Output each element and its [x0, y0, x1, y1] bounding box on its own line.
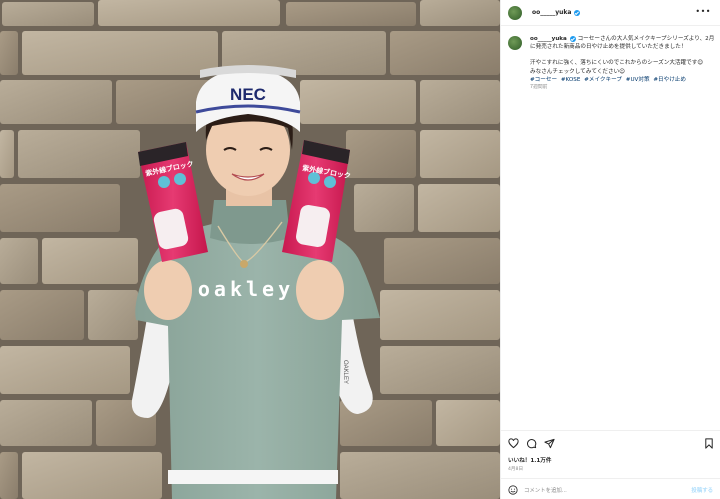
hashtag-link[interactable]: #UV対策: [626, 77, 650, 83]
caption-username[interactable]: oo_____yuka: [530, 36, 567, 42]
post-comment-button[interactable]: 投稿する: [691, 486, 713, 494]
post-photo[interactable]: NEC oakley OAKLEY 紫外線ブロック 紫外線ブロック: [0, 0, 500, 499]
heart-icon[interactable]: [508, 438, 519, 449]
comment-icon[interactable]: [526, 438, 537, 449]
post-panel: oo_____yuka ••• oo_____yuka コーセーさんの大人気メイ…: [500, 0, 720, 499]
caption-avatar[interactable]: [508, 36, 522, 50]
post-header: oo_____yuka •••: [501, 0, 720, 26]
caption: oo_____yuka コーセーさんの大人気メイクキープシリーズより、2月に発売…: [508, 35, 716, 92]
emoji-icon[interactable]: [508, 480, 518, 499]
hashtag-link[interactable]: #メイクキープ: [584, 77, 622, 83]
like-count[interactable]: いいね！1.1万件: [508, 456, 551, 464]
shirt-logo: oakley: [198, 277, 294, 301]
avatar[interactable]: [508, 5, 522, 20]
hashtags: #コーセー #KOSE #メイクキープ #UV対策 #日やけ止め: [530, 76, 716, 84]
sleeve-logo: OAKLEY: [342, 360, 348, 384]
bookmark-icon[interactable]: [704, 438, 714, 449]
verified-badge-icon: [574, 9, 581, 16]
username-link[interactable]: oo_____yuka: [532, 9, 581, 16]
caption-text-3: みなさんチェックしてみてください😉: [530, 68, 625, 75]
verified-badge-icon: [569, 35, 576, 42]
visor-logo: NEC: [230, 85, 266, 104]
caption-body: oo_____yuka コーセーさんの大人気メイクキープシリーズより、2月に発売…: [530, 35, 716, 92]
post-date: 4月8日: [508, 467, 524, 472]
hashtag-link[interactable]: #KOSE: [561, 77, 581, 83]
comment-bar: コメントを追加... 投稿する: [501, 478, 720, 499]
share-icon[interactable]: [544, 438, 555, 449]
caption-timestamp: 7週間前: [530, 85, 548, 91]
hashtag-link[interactable]: #コーセー: [530, 77, 557, 83]
actions-bar: いいね！1.1万件 4月8日 コメントを追加... 投稿する: [501, 430, 720, 499]
more-icon[interactable]: •••: [695, 8, 711, 16]
caption-text-2: 汗やこすれに強く、落ちにくいのでこれからのシーズン大活躍です😊: [530, 60, 704, 67]
photo-image: NEC oakley OAKLEY 紫外線ブロック 紫外線ブロック: [0, 0, 500, 499]
hashtag-link[interactable]: #日やけ止め: [653, 77, 686, 83]
